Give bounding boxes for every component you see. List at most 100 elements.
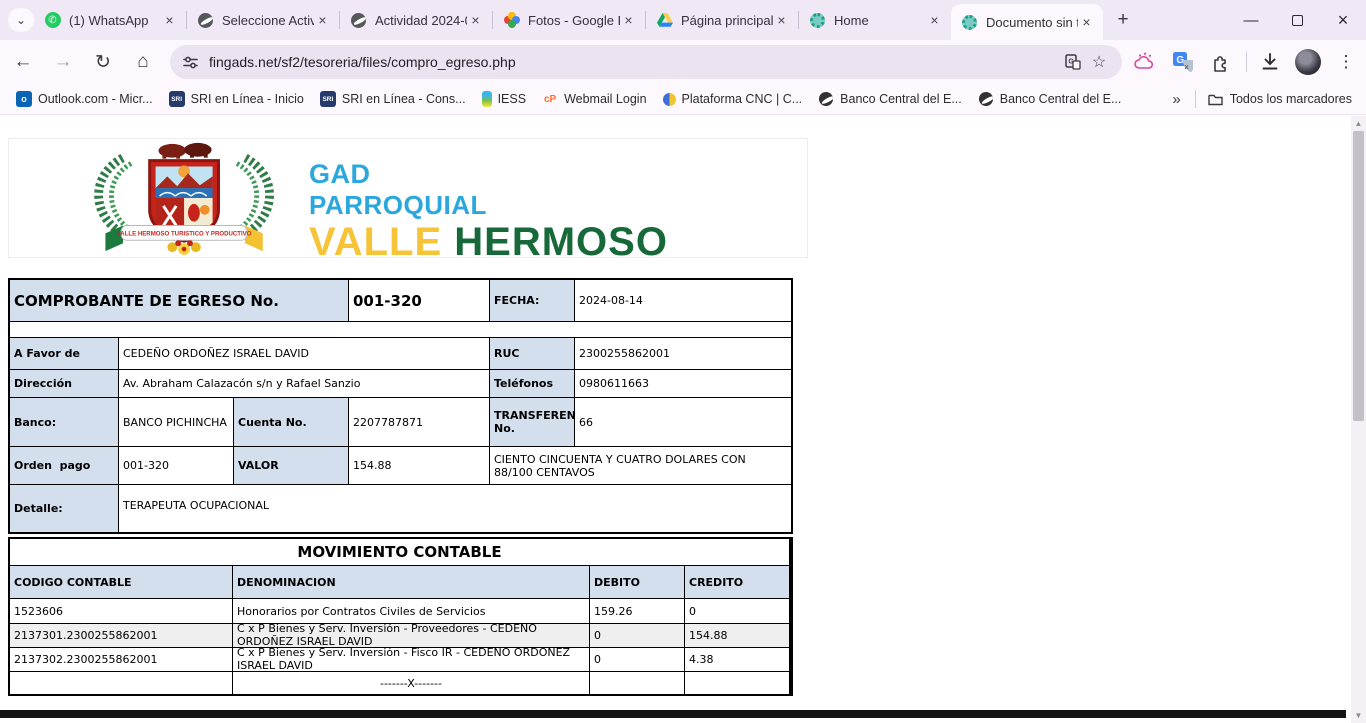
row-debito: 0 [590, 624, 684, 647]
close-icon[interactable]: × [1078, 14, 1095, 31]
row-denominacion: Honorarios por Contratos Civiles de Serv… [233, 599, 589, 623]
all-bookmarks-button[interactable]: Todos los marcadores [1208, 91, 1352, 107]
back-icon: ← [14, 51, 33, 73]
fecha-value: 2024-08-14 [575, 280, 791, 321]
cuenta-label: Cuenta No. [234, 398, 348, 446]
sri-icon: SRI [320, 91, 336, 107]
scroll-down-arrow[interactable]: ▼ [1351, 708, 1366, 723]
cloud-sparkle-icon[interactable] [1130, 47, 1160, 77]
tab-fotos[interactable]: Fotos - Google F × [493, 0, 645, 40]
gad-logo-box: VALLE HERMOSO TURISTICO Y PRODUCTIVO GAD… [8, 138, 808, 258]
close-icon[interactable]: × [773, 12, 790, 29]
ruc-label: RUC [490, 338, 574, 369]
bookmark-cnc[interactable]: Plataforma CNC | C... [663, 92, 803, 106]
chevron-down-icon: ⌄ [16, 13, 26, 27]
close-icon[interactable]: × [314, 12, 331, 29]
tab-whatsapp[interactable]: ✆ (1) WhatsApp × [34, 0, 186, 40]
tab-search-button[interactable]: ⌄ [8, 8, 34, 32]
profile-avatar[interactable] [1293, 47, 1323, 77]
orden-pago-value: 001-320 [119, 447, 233, 484]
separator-empty-cell [685, 672, 789, 694]
close-window-button[interactable]: × [1320, 0, 1366, 40]
tab-home[interactable]: Home × [799, 0, 951, 40]
downloads-icon[interactable] [1255, 47, 1285, 77]
google-photos-icon [503, 12, 520, 29]
valle-hermoso-crest: VALLE HERMOSO TURISTICO Y PRODUCTIVO [64, 139, 314, 257]
close-icon[interactable]: × [620, 12, 637, 29]
google-drive-icon [656, 12, 673, 29]
home-button[interactable]: ⌂ [126, 45, 160, 79]
new-tab-button[interactable]: + [1109, 6, 1137, 34]
logo-line-valle-hermoso: VALLE HERMOSO [309, 222, 668, 262]
window-controls: — × [1228, 0, 1366, 40]
tab-pagina-principal[interactable]: Página principal × [646, 0, 798, 40]
all-bookmarks-label: Todos los marcadores [1230, 92, 1352, 106]
logo-word-hermoso: HERMOSO [454, 220, 668, 264]
voucher-document: COMPROBANTE DE EGRESO No. 001-320 FECHA:… [8, 278, 793, 696]
url-text[interactable]: fingads.net/sf2/tesoreria/files/compro_e… [209, 54, 1060, 70]
bookmark-banco-central-1[interactable]: Banco Central del E... [818, 91, 962, 107]
google-translate-icon[interactable]: G x [1168, 47, 1198, 77]
bookmark-sri-consultas[interactable]: SRI SRI en Línea - Cons... [320, 91, 466, 107]
back-button[interactable]: ← [6, 45, 40, 79]
globe-icon [197, 12, 214, 29]
browser-window: ⌄ ✆ (1) WhatsApp × Seleccione Activ × Ac… [0, 0, 1366, 723]
header-denominacion: DENOMINACION [233, 566, 589, 598]
transferencia-label: TRANSFERENCIA No. [490, 398, 574, 446]
tab-label: Página principal [681, 13, 773, 28]
row-codigo: 1523606 [10, 599, 232, 623]
vertical-scrollbar[interactable]: ▲ ▼ [1351, 116, 1366, 723]
globe-icon [818, 91, 834, 107]
tab-documento-active[interactable]: Documento sin t × [951, 4, 1103, 40]
bookmark-outlook[interactable]: o Outlook.com - Micr... [16, 91, 153, 107]
bookmark-iess[interactable]: IESS [482, 91, 527, 107]
bookmarks-bar: o Outlook.com - Micr... SRI SRI en Línea… [0, 84, 1366, 115]
direccion-value: Av. Abraham Calazacón s/n y Rafael Sanzi… [119, 370, 489, 397]
telefonos-label: Teléfonos [490, 370, 574, 397]
close-icon[interactable]: × [161, 12, 178, 29]
toolbar: ← → ↻ ⌂ fingads.net/sf2/tesoreria/files/… [0, 40, 1366, 84]
voucher-title: COMPROBANTE DE EGRESO No. [10, 280, 348, 321]
valor-value: 154.88 [349, 447, 489, 484]
outlook-icon: o [16, 91, 32, 107]
header-codigo-contable: CODIGO CONTABLE [10, 566, 232, 598]
afavor-value: CEDEÑO ORDOÑEZ ISRAEL DAVID [119, 338, 489, 369]
direccion-label: Dirección [10, 370, 118, 397]
close-icon[interactable]: × [467, 12, 484, 29]
bookmark-banco-central-2[interactable]: Banco Central del E... [978, 91, 1122, 107]
maximize-button[interactable] [1274, 0, 1320, 40]
bookmarks-overflow-button[interactable]: » [1172, 91, 1180, 108]
bookmark-sri-inicio[interactable]: SRI SRI en Línea - Inicio [169, 91, 304, 107]
next-section-edge [0, 710, 1346, 718]
bookmark-label: SRI en Línea - Cons... [342, 92, 466, 106]
whatsapp-icon: ✆ [44, 12, 61, 29]
tab-label: Fotos - Google F [528, 13, 620, 28]
row-debito: 0 [590, 648, 684, 671]
bookmark-star-icon[interactable]: ☆ [1086, 49, 1112, 75]
site-settings-icon[interactable] [182, 54, 199, 71]
bookmark-label: IESS [498, 92, 527, 106]
transferencia-value: 66 [575, 398, 791, 446]
row-codigo: 2137302.2300255862001 [10, 648, 232, 671]
address-bar[interactable]: fingads.net/sf2/tesoreria/files/compro_e… [170, 45, 1122, 79]
ruc-value: 2300255862001 [575, 338, 791, 369]
reload-button[interactable]: ↻ [86, 45, 120, 79]
row-denominacion: C x P Bienes y Serv. Inversión - Fisco I… [233, 648, 589, 671]
scrollbar-thumb[interactable] [1353, 131, 1364, 421]
minimize-button[interactable]: — [1228, 0, 1274, 40]
close-icon[interactable]: × [926, 12, 943, 29]
forward-button[interactable]: → [46, 45, 80, 79]
header-debito: DEBITO [590, 566, 684, 598]
detalle-label: Detalle: [10, 485, 118, 532]
tab-label: (1) WhatsApp [69, 13, 161, 28]
movimiento-title: MOVIMIENTO CONTABLE [10, 539, 789, 565]
gad-logo-text: GAD PARROQUIAL VALLE HERMOSO [309, 161, 668, 262]
bookmark-webmail[interactable]: cP Webmail Login [542, 91, 646, 107]
scroll-up-arrow[interactable]: ▲ [1351, 116, 1366, 131]
translate-page-icon[interactable]: G [1060, 49, 1086, 75]
chrome-menu-icon[interactable]: ⋮ [1331, 47, 1361, 77]
banco-value: BANCO PICHINCHA [119, 398, 233, 446]
tab-actividad[interactable]: Actividad 2024-0 × [340, 0, 492, 40]
tab-seleccione[interactable]: Seleccione Activ × [187, 0, 339, 40]
extensions-puzzle-icon[interactable] [1206, 47, 1236, 77]
